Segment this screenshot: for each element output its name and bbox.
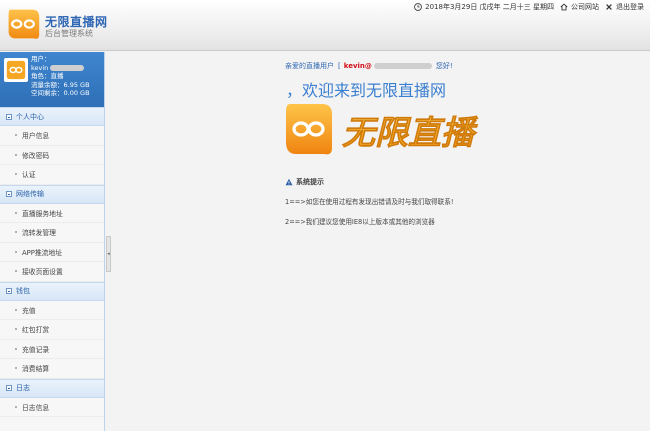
user-info: 用户： kevin 角色： 直播 流量余额： 6.95 GB 空间剩余： 0.00 G… (31, 55, 90, 98)
sidebar-item-label: 消费结算 (22, 365, 50, 374)
sidebar-item-label: 认证 (22, 171, 36, 180)
sidebar-item[interactable]: 修改密码 (0, 146, 104, 165)
sidebar-group-label: 日志 (16, 384, 30, 392)
system-notice: 系统提示 1==>如您在使用过程有发现出错请及时与我们取得联系! 2==>我们建… (285, 177, 453, 226)
bullet-icon (15, 231, 17, 234)
infinity-logo-icon (8, 9, 40, 39)
redacted-text (373, 63, 432, 69)
traffic-label: 流量余额： (31, 80, 64, 89)
bullet-icon (15, 270, 17, 273)
role-label: 角色： (31, 72, 51, 80)
sidebar-item-label: 日志信息 (22, 403, 50, 412)
clock-icon (414, 3, 422, 11)
brand-subtitle: 后台管理系统 (45, 29, 93, 38)
traffic-value: 6.95 GB (63, 80, 90, 89)
sidebar-collapse-handle[interactable]: ◂ (106, 236, 111, 272)
bullet-icon (15, 347, 17, 350)
sidebar-item-label: 充值记录 (22, 345, 50, 354)
company-site-link[interactable]: 公司网站 (560, 2, 599, 12)
sidebar-group-header[interactable]: 日志 (0, 378, 104, 398)
sidebar-item[interactable]: 流转发管理 (0, 223, 104, 243)
greeting: 亲爱的直播用户 [ kevin@ 您好! (285, 61, 453, 71)
infinity-icon (6, 60, 26, 80)
sidebar-item[interactable]: 红包打赏 (0, 320, 104, 340)
sidebar-item[interactable]: 充值记录 (0, 340, 104, 359)
sidebar-item[interactable]: 认证 (0, 165, 104, 185)
avatar (4, 58, 28, 82)
role-value: 直播 (50, 72, 64, 80)
sidebar-item[interactable]: 接收页面设置 (0, 262, 104, 282)
username: kevin (31, 63, 49, 72)
redacted-text (50, 64, 85, 71)
greeting-suffix: 您好! (435, 62, 453, 70)
bullet-icon (15, 405, 17, 408)
sidebar-group-header[interactable]: 网络传输 (0, 184, 104, 204)
greeting-bracket: [ (338, 62, 341, 70)
sidebar-group-header[interactable]: 钱包 (0, 281, 104, 301)
sidebar-item-label: APP推流地址 (22, 248, 63, 257)
top-toolbar: 2018年3月29日 戊戌年 二月十三 星期四 公司网站 退出登录 (408, 2, 644, 12)
close-icon (606, 4, 612, 10)
notice-title-text: 系统提示 (296, 178, 324, 186)
collapse-box-icon (6, 385, 12, 391)
sidebar-item-label: 用户信息 (22, 132, 50, 141)
sidebar-menu: 个人中心用户信息修改密码认证网络传输直播服务地址 流转发管理 APP推流地址 接收页面… (0, 107, 104, 417)
app-header: 无限直播网 后台管理系统 2018年3月29日 戊戌年 二月十三 星期四 公司网… (0, 0, 650, 51)
logout-link[interactable]: 退出登录 (605, 2, 644, 12)
sidebar-group-label: 个人中心 (16, 112, 44, 121)
space-value: 0.00 GB (63, 89, 90, 97)
notice-line-2: 2==>我们建议您使用IE8以上版本或其他的浏览器 (285, 218, 435, 226)
greeting-prefix: 亲爱的直播用户 (285, 62, 334, 70)
sidebar-item-label: 红包打赏 (22, 326, 50, 335)
sidebar-item[interactable]: 消费结算 (0, 359, 104, 379)
user-panel: 用户： kevin 角色： 直播 流量余额： 6.95 GB 空间剩余： 0.00 G… (0, 52, 104, 107)
sidebar-item-label: 流转发管理 (22, 229, 56, 238)
bullet-icon (15, 367, 17, 370)
sidebar-item[interactable]: 直播服务地址 (0, 204, 104, 223)
sidebar-item[interactable]: APP推流地址 (0, 243, 104, 262)
collapse-box-icon (6, 288, 12, 294)
sidebar-item-label: 修改密码 (22, 151, 50, 160)
greeting-username: kevin@ (343, 62, 372, 70)
date-text: 2018年3月29日 戊戌年 二月十三 星期四 (425, 3, 554, 11)
main-content: 亲爱的直播用户 [ kevin@ 您好! ，欢迎来到无限直播网 无限直播 系统提… (112, 52, 650, 431)
date-display: 2018年3月29日 戊戌年 二月十三 星期四 (414, 2, 554, 12)
sidebar-item-label: 直播服务地址 (22, 209, 63, 218)
collapse-box-icon (6, 113, 12, 120)
sidebar-item[interactable]: 充值 (0, 301, 104, 320)
bullet-icon (15, 211, 17, 214)
brand-logo: 无限直播 (286, 104, 479, 155)
sidebar-group-label: 网络传输 (16, 190, 44, 198)
bullet-icon (15, 308, 17, 311)
sidebar-item-label: 接收页面设置 (22, 268, 63, 277)
user-label: 用户： (31, 55, 51, 63)
notice-line-1: 1==>如您在使用过程有发现出错请及时与我们取得联系! (285, 198, 454, 206)
brand-logo-text: 无限直播 (342, 113, 479, 152)
sidebar-item-label: 充值 (22, 306, 36, 315)
sidebar-group-label: 钱包 (16, 287, 30, 295)
bullet-icon (15, 328, 17, 331)
bullet-icon (15, 250, 17, 253)
welcome-heading: ，欢迎来到无限直播网 (286, 81, 447, 100)
bullet-icon (15, 134, 17, 137)
home-icon (560, 3, 568, 11)
notice-title: 系统提示 (285, 177, 453, 187)
bullet-icon (15, 153, 17, 156)
bullet-icon (15, 173, 17, 176)
infinity-icon (286, 104, 332, 155)
sidebar-item[interactable]: 日志信息 (0, 398, 104, 417)
collapse-box-icon (6, 191, 12, 197)
space-label: 空间剩余： (31, 89, 64, 97)
sidebar: 用户： kevin 角色： 直播 流量余额： 6.95 GB 空间剩余： 0.00 G… (0, 52, 105, 431)
company-site-label: 公司网站 (571, 3, 599, 11)
sidebar-item[interactable]: 用户信息 (0, 126, 104, 146)
warning-icon (285, 178, 293, 186)
logout-label: 退出登录 (616, 3, 644, 11)
sidebar-group-header[interactable]: 个人中心 (0, 107, 104, 126)
